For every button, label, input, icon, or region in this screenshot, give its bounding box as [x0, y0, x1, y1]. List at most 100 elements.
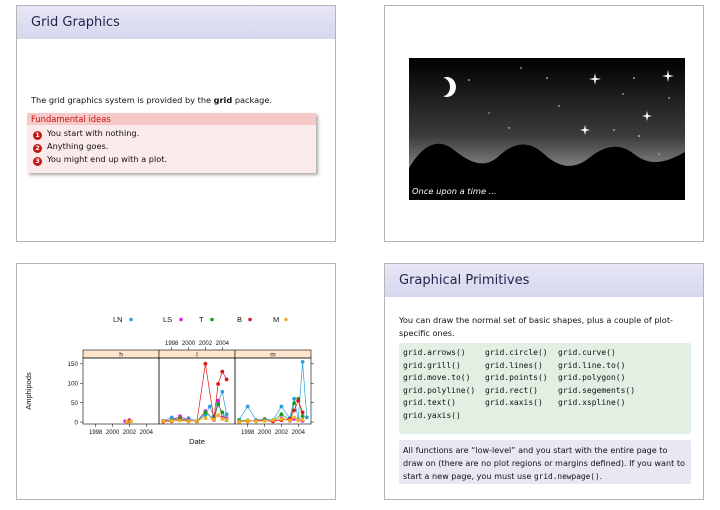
- star: [638, 135, 640, 137]
- x-tick-label: 2004: [216, 341, 230, 347]
- data-point-B: [300, 410, 305, 415]
- legend-marker: [248, 317, 252, 322]
- series-line-LN: [238, 361, 308, 421]
- block-title: Fundamental ideas: [27, 113, 316, 125]
- data-point-M: [262, 419, 267, 423]
- strip-label: m: [270, 352, 275, 359]
- x-tick-label: 2004: [140, 430, 154, 436]
- x-tick-label: 1998: [89, 430, 103, 436]
- function-name: grid.polygon(): [558, 373, 626, 382]
- data-point-M: [129, 419, 133, 424]
- function-name: grid.text(): [403, 398, 456, 407]
- y-tick-label: 100: [67, 380, 78, 387]
- function-name: grid.yaxis(): [403, 410, 461, 420]
- y-tick-label: 50: [71, 400, 79, 407]
- data-point-M: [279, 417, 284, 421]
- code-snippet: grid.newpage(): [533, 472, 600, 481]
- x-tick-label: 1998: [241, 430, 255, 436]
- x-tick-label: 1998: [165, 341, 179, 347]
- data-point-LN: [279, 404, 284, 409]
- data-point-M: [125, 419, 129, 424]
- data-point-T: [216, 402, 221, 407]
- x-axis-label: Date: [189, 437, 205, 446]
- slide-title-bar: Graphical Primitives: [385, 264, 703, 297]
- star: [468, 79, 470, 81]
- panel-m: [234, 357, 312, 425]
- function-name: grid.xaxis(): [485, 398, 543, 407]
- lattice-chart: LN LS T B Mh l m050100150Amphipods1998 2000 2002…: [24, 315, 314, 446]
- x-tick-label: 2000: [106, 430, 120, 436]
- star: [658, 153, 660, 155]
- data-point-B: [216, 382, 221, 386]
- data-point-LN: [292, 396, 296, 401]
- list-item-text: You start with nothing.: [47, 128, 140, 138]
- data-point-M: [245, 419, 250, 423]
- data-point-M: [288, 418, 292, 423]
- legend-label: LS: [163, 315, 172, 324]
- function-name: grid.lines(): [485, 360, 543, 370]
- data-point-M: [292, 415, 296, 420]
- list-item: 1 You start with nothing.: [27, 127, 316, 140]
- data-point-B: [203, 361, 208, 366]
- legend-marker: [179, 317, 183, 322]
- number-badge: 1: [33, 131, 42, 140]
- x-tick-label: 2002: [275, 430, 289, 436]
- star: [613, 129, 615, 131]
- number-badge: 3: [33, 157, 42, 166]
- legend-marker: [284, 317, 288, 322]
- panel-h: [82, 357, 160, 425]
- list-item: 2 Anything goes.: [27, 140, 316, 153]
- note-text: All functions are “low-level” and you st…: [403, 444, 689, 483]
- list-item: 3 You might end up with a plot.: [27, 153, 316, 166]
- data-point-M: [178, 418, 183, 423]
- legend-label: LN: [113, 315, 123, 324]
- functions-code-box: grid.arrows() grid.circle() grid.curve()…: [399, 343, 691, 434]
- slide-title-bar: Grid Graphics: [17, 6, 335, 39]
- function-name: grid.grill(): [403, 360, 461, 370]
- star: [520, 67, 522, 69]
- star: [558, 105, 560, 107]
- strip-label: h: [119, 352, 123, 359]
- data-point-T: [279, 412, 284, 417]
- intro-text-end: package.: [232, 95, 273, 105]
- data-point-M: [271, 418, 275, 422]
- x-tick-label: 2000: [258, 430, 272, 436]
- data-point-M: [220, 417, 225, 421]
- y-tick-label: 150: [67, 361, 78, 368]
- function-name: grid.points(): [485, 373, 548, 382]
- function-name: grid.line.to(): [558, 360, 626, 370]
- data-point-M: [296, 418, 301, 422]
- data-point-B: [292, 408, 296, 413]
- intro-paragraph: You can draw the normal set of basic sha…: [399, 315, 673, 338]
- intro-text: The grid graphics system is provided by …: [31, 95, 272, 105]
- data-point-B: [220, 369, 225, 374]
- data-point-M: [237, 419, 242, 424]
- star: [622, 93, 624, 95]
- legend-marker: [210, 317, 214, 322]
- number-badge: 2: [33, 144, 42, 153]
- functions-grid: grid.arrows() grid.circle() grid.curve()…: [403, 347, 668, 422]
- data-point-B: [296, 398, 301, 403]
- function-name: grid.segements(): [558, 385, 636, 395]
- star: [508, 127, 510, 129]
- data-point-M: [224, 417, 229, 422]
- function-name: grid.arrows(): [403, 348, 466, 357]
- data-point-T: [300, 414, 305, 419]
- function-name: grid.move.to(): [403, 373, 471, 382]
- ideas-list: 1 You start with nothing. 2 Anything goes.…: [27, 127, 316, 166]
- list-item-text: You might end up with a plot.: [47, 154, 168, 164]
- legend-label: M: [273, 315, 279, 324]
- data-point-LN: [220, 389, 225, 394]
- slide-title: Grid Graphics: [31, 15, 120, 30]
- x-tick-label: 2000: [182, 341, 196, 347]
- caption: Once upon a time ...: [412, 186, 497, 196]
- function-name: grid.xspline(): [558, 398, 626, 407]
- data-point-LN: [300, 360, 305, 364]
- legend-marker: [129, 317, 133, 322]
- slide-title: Graphical Primitives: [399, 273, 530, 288]
- y-tick-label: 0: [74, 419, 78, 426]
- data-point-M: [161, 419, 166, 424]
- data-point-M: [195, 419, 199, 423]
- function-name: grid.curve(): [558, 348, 616, 357]
- x-tick-label: 2002: [123, 430, 137, 436]
